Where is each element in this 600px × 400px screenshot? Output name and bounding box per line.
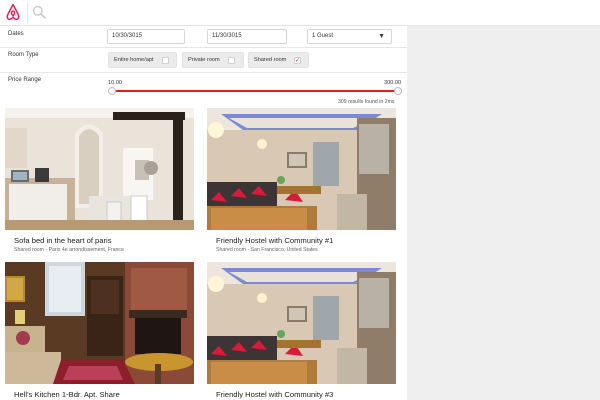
room-type-option-label: Shared room bbox=[254, 57, 287, 63]
listing-photo[interactable] bbox=[5, 262, 194, 384]
airbnb-logo-icon[interactable] bbox=[5, 3, 21, 21]
price-range-slider-track[interactable] bbox=[114, 90, 399, 92]
room-type-row: Room Type Entire home/apt Private room S… bbox=[0, 48, 407, 73]
listing-subtitle: Shared room - San Francisco, United Stat… bbox=[216, 247, 318, 253]
topbar-divider bbox=[27, 2, 28, 23]
room-type-shared-room-toggle[interactable]: Shared room ✓ bbox=[248, 52, 309, 68]
kitchen-photo-image bbox=[5, 108, 194, 230]
hostel-lounge-photo-image bbox=[207, 262, 396, 384]
dropdown-caret-icon: ▼ bbox=[378, 33, 385, 40]
listing-title[interactable]: Sofa bed in the heart of paris bbox=[14, 236, 112, 245]
guests-select[interactable]: 1 Guest ▼ bbox=[307, 29, 392, 44]
room-type-entire-home-checkbox[interactable] bbox=[162, 57, 169, 64]
room-type-option-label: Private room bbox=[188, 57, 220, 63]
room-type-label: Room Type bbox=[8, 52, 39, 58]
guests-select-value: 1 Guest bbox=[312, 33, 334, 39]
hostel-lounge-photo-image bbox=[207, 108, 396, 230]
listing-title[interactable]: Friendly Hostel with Community #1 bbox=[216, 236, 333, 245]
room-type-option-label: Entire home/apt bbox=[114, 57, 154, 63]
room-type-shared-room-checkbox[interactable]: ✓ bbox=[294, 57, 301, 64]
dates-label: Dates bbox=[8, 31, 24, 37]
top-bar bbox=[0, 0, 600, 26]
listing-subtitle: Shared room - Paris 4e arrondissement, F… bbox=[14, 247, 124, 253]
room-type-private-room-toggle[interactable]: Private room bbox=[182, 52, 244, 68]
listing-photo[interactable] bbox=[5, 108, 194, 230]
results-count: 309 results found in 2ms bbox=[338, 99, 395, 105]
listing-title[interactable]: Hell's Kitchen 1-Bdr. Apt. Share bbox=[14, 390, 120, 399]
listing-photo[interactable] bbox=[207, 262, 396, 384]
price-max-slider-handle[interactable] bbox=[394, 87, 402, 95]
side-panel bbox=[407, 26, 600, 400]
check-out-date-input[interactable]: 11/30/3015 bbox=[207, 29, 287, 44]
price-max-value: 300.00 bbox=[384, 80, 402, 86]
price-range-label: Price Range bbox=[8, 77, 42, 83]
check-in-date-input[interactable]: 10/30/3015 bbox=[107, 29, 185, 44]
price-min-value: 10.00 bbox=[108, 80, 122, 86]
dates-row: Dates 10/30/3015 11/30/3015 1 Guest ▼ bbox=[0, 26, 407, 48]
price-min-slider-handle[interactable] bbox=[108, 87, 116, 95]
listing-title[interactable]: Friendly Hostel with Community #3 bbox=[216, 390, 333, 399]
listing-photo[interactable] bbox=[207, 108, 396, 230]
search-icon[interactable] bbox=[32, 5, 46, 19]
room-type-entire-home-toggle[interactable]: Entire home/apt bbox=[108, 52, 177, 68]
room-type-private-room-checkbox[interactable] bbox=[228, 57, 235, 64]
apartment-livingroom-photo-image bbox=[5, 262, 194, 384]
